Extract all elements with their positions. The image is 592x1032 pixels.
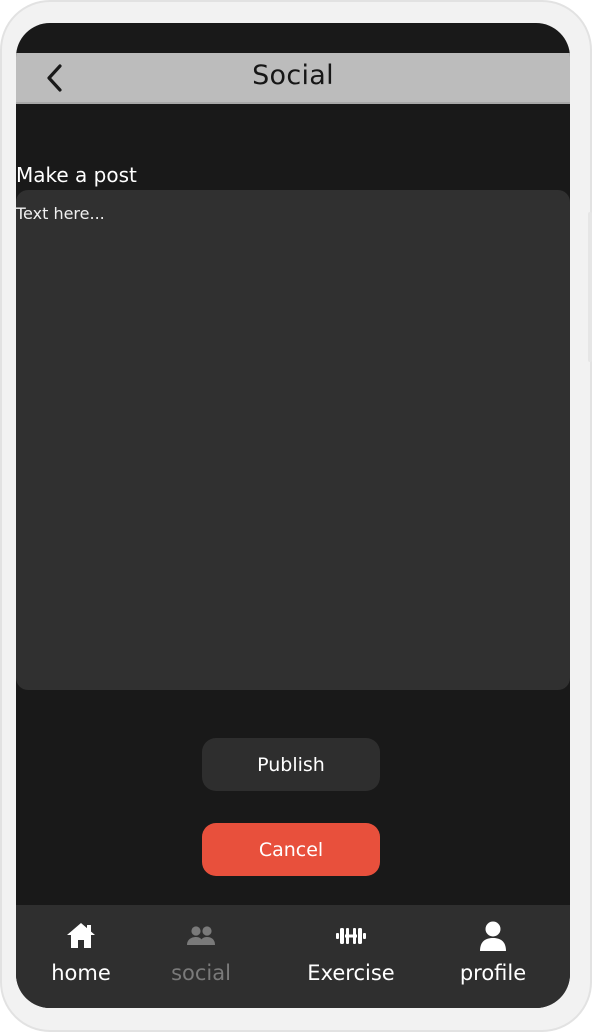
nav-item-profile[interactable]: profile xyxy=(428,905,558,1008)
people-icon xyxy=(187,926,215,945)
nav-label-exercise: Exercise xyxy=(307,961,395,985)
page-title: Social xyxy=(252,60,334,91)
post-text-input[interactable]: Text here... xyxy=(16,190,570,690)
nav-label-home: home xyxy=(51,961,111,985)
nav-label-social: social xyxy=(171,961,231,985)
user-icon xyxy=(480,921,506,951)
bottom-nav: home social Exercise profile xyxy=(16,905,570,1008)
cancel-button[interactable]: Cancel xyxy=(202,823,380,876)
app-screen: Social Make a post Text here... Publish … xyxy=(16,23,570,1008)
post-label: Make a post xyxy=(16,163,137,187)
nav-item-home[interactable]: home xyxy=(16,905,146,1008)
nav-item-social[interactable]: social xyxy=(136,905,266,1008)
home-icon xyxy=(67,923,95,948)
nav-label-profile: profile xyxy=(459,961,527,985)
post-placeholder: Text here... xyxy=(16,204,105,223)
app-header: Social xyxy=(16,53,570,104)
dumbbell-icon xyxy=(336,928,366,944)
publish-button[interactable]: Publish xyxy=(202,738,380,791)
phone-side-button xyxy=(588,212,592,362)
nav-item-exercise[interactable]: Exercise xyxy=(286,905,416,1008)
